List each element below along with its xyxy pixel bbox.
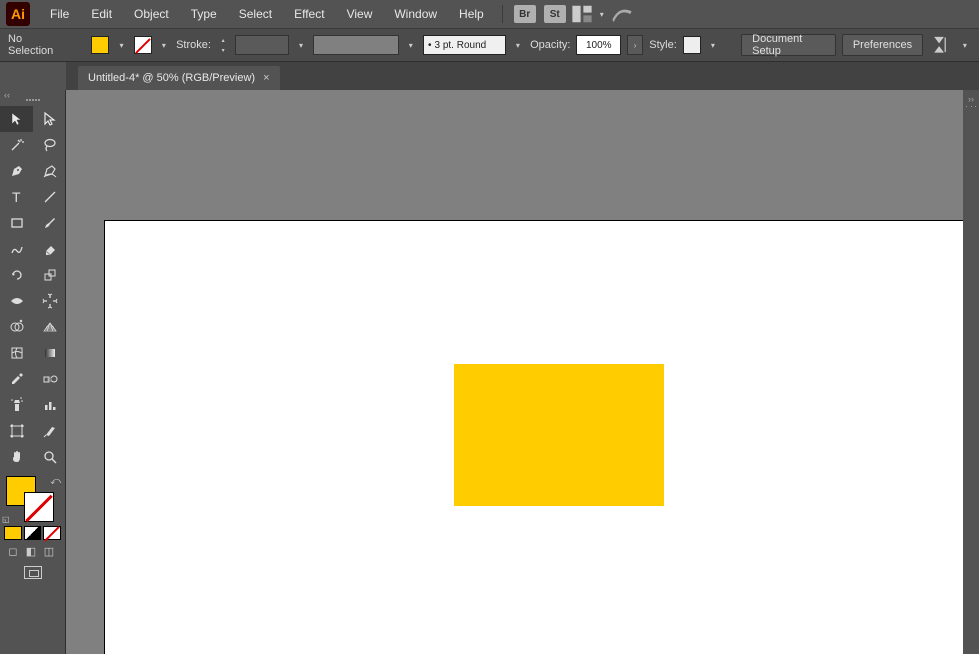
pen-tool[interactable]	[0, 158, 33, 184]
menu-bar: Ai File Edit Object Type Select Effect V…	[0, 0, 979, 28]
tools-panel: ‹‹ T ⤺ ◱	[0, 90, 66, 654]
column-graph-tool[interactable]	[33, 392, 66, 418]
app-logo-icon: Ai	[6, 2, 30, 26]
workspace: ››	[66, 90, 979, 654]
hand-tool[interactable]	[0, 444, 33, 470]
rotate-tool[interactable]	[0, 262, 33, 288]
color-mode-row	[0, 524, 65, 542]
fill-stroke-indicator[interactable]: ⤺ ◱	[0, 474, 65, 524]
draw-normal-icon[interactable]: ◻	[6, 544, 20, 558]
menu-divider	[502, 5, 503, 23]
eyedropper-tool[interactable]	[0, 366, 33, 392]
variable-width-profile[interactable]	[313, 35, 398, 55]
variable-width-dropdown[interactable]: ▾	[405, 36, 417, 54]
align-panel-dropdown[interactable]: ▾	[959, 36, 971, 54]
menu-select[interactable]: Select	[229, 3, 282, 25]
gradient-tool[interactable]	[33, 340, 66, 366]
slice-tool[interactable]	[33, 418, 66, 444]
arrange-documents-icon[interactable]	[571, 4, 593, 24]
draw-mode-row: ◻ ◧ ◫	[0, 542, 65, 560]
opacity-flyout[interactable]: ›	[627, 35, 643, 55]
menu-view[interactable]: View	[337, 3, 383, 25]
color-mode-solid[interactable]	[4, 526, 22, 540]
stroke-weight-label: Stroke:	[176, 39, 211, 51]
tab-title: Untitled-4* @ 50% (RGB/Preview)	[88, 72, 255, 84]
stock-icon[interactable]: St	[544, 5, 566, 23]
canvas-area[interactable]	[66, 90, 979, 654]
style-label: Style:	[649, 39, 677, 51]
stroke-swatch-dropdown[interactable]: ▾	[158, 36, 170, 54]
bridge-icon[interactable]: Br	[514, 5, 536, 23]
graphic-style-dropdown[interactable]: ▾	[707, 36, 719, 54]
brush-definition-dropdown[interactable]: ▾	[512, 36, 524, 54]
menu-help[interactable]: Help	[449, 3, 494, 25]
selection-tool[interactable]	[0, 106, 33, 132]
paintbrush-tool[interactable]	[33, 210, 66, 236]
draw-behind-icon[interactable]: ◧	[24, 544, 38, 558]
fill-swatch[interactable]	[91, 36, 109, 54]
blend-tool[interactable]	[33, 366, 66, 392]
color-mode-none[interactable]	[43, 526, 61, 540]
color-mode-gradient[interactable]	[24, 526, 42, 540]
width-tool[interactable]	[0, 288, 33, 314]
brush-definition-select[interactable]: • 3 pt. Round	[423, 35, 506, 55]
align-panel-icon[interactable]	[933, 35, 953, 55]
line-segment-tool[interactable]	[33, 184, 66, 210]
screen-mode-button[interactable]	[0, 560, 65, 585]
brush-definition-label: 3 pt. Round	[435, 40, 487, 51]
stroke-weight-stepper[interactable]: ▴▾	[217, 35, 229, 55]
svg-text:T: T	[12, 189, 21, 205]
scale-tool[interactable]	[33, 262, 66, 288]
document-setup-button[interactable]: Document Setup	[741, 34, 836, 56]
eraser-tool[interactable]	[33, 236, 66, 262]
free-transform-tool[interactable]	[33, 288, 66, 314]
mesh-tool[interactable]	[0, 340, 33, 366]
control-bar: No Selection ▾ ▾ Stroke: ▴▾ ▾ ▾ • 3 pt. …	[0, 28, 979, 62]
tab-close-icon[interactable]: ×	[263, 72, 269, 84]
menu-edit[interactable]: Edit	[81, 3, 122, 25]
artboard-tool[interactable]	[0, 418, 33, 444]
magic-wand-tool[interactable]	[0, 132, 33, 158]
swap-fill-stroke-icon[interactable]: ⤺	[50, 476, 61, 487]
shape-builder-tool[interactable]	[0, 314, 33, 340]
preferences-button[interactable]: Preferences	[842, 34, 923, 56]
perspective-grid-tool[interactable]	[33, 314, 66, 340]
stroke-color-box[interactable]	[24, 492, 54, 522]
shaper-tool[interactable]	[0, 236, 33, 262]
right-panel-expand-icon[interactable]: ››	[968, 94, 974, 104]
menu-file[interactable]: File	[40, 3, 79, 25]
draw-inside-icon[interactable]: ◫	[42, 544, 56, 558]
brush-dot-icon: •	[428, 40, 432, 51]
menu-type[interactable]: Type	[181, 3, 227, 25]
rectangle-tool[interactable]	[0, 210, 33, 236]
stroke-weight-dropdown[interactable]: ▾	[295, 36, 307, 54]
tools-panel-collapse-icon[interactable]: ‹‹	[4, 90, 10, 100]
opacity-label: Opacity:	[530, 39, 570, 51]
symbol-sprayer-tool[interactable]	[0, 392, 33, 418]
graphic-style-swatch[interactable]	[683, 36, 701, 54]
stroke-weight-input[interactable]	[235, 35, 288, 55]
selection-state-label: No Selection	[8, 33, 63, 57]
gpu-preview-icon[interactable]	[611, 4, 633, 24]
tab-untitled-4[interactable]: Untitled-4* @ 50% (RGB/Preview) ×	[78, 66, 280, 90]
fill-swatch-dropdown[interactable]: ▾	[115, 36, 127, 54]
lasso-tool[interactable]	[33, 132, 66, 158]
zoom-tool[interactable]	[33, 444, 66, 470]
default-fill-stroke-icon[interactable]: ◱	[2, 515, 10, 524]
direct-selection-tool[interactable]	[33, 106, 66, 132]
curvature-tool[interactable]	[33, 158, 66, 184]
document-tab-bar: Untitled-4* @ 50% (RGB/Preview) ×	[66, 62, 979, 90]
menu-object[interactable]: Object	[124, 3, 179, 25]
arrange-documents-dropdown[interactable]: ▾	[595, 5, 609, 23]
type-tool[interactable]: T	[0, 184, 33, 210]
menu-effect[interactable]: Effect	[284, 3, 334, 25]
menu-window[interactable]: Window	[384, 3, 447, 25]
opacity-input[interactable]: 100%	[576, 35, 621, 55]
stroke-swatch[interactable]	[134, 36, 152, 54]
right-panel-collapsed[interactable]: ››	[963, 90, 979, 654]
rectangle-shape[interactable]	[454, 364, 664, 506]
